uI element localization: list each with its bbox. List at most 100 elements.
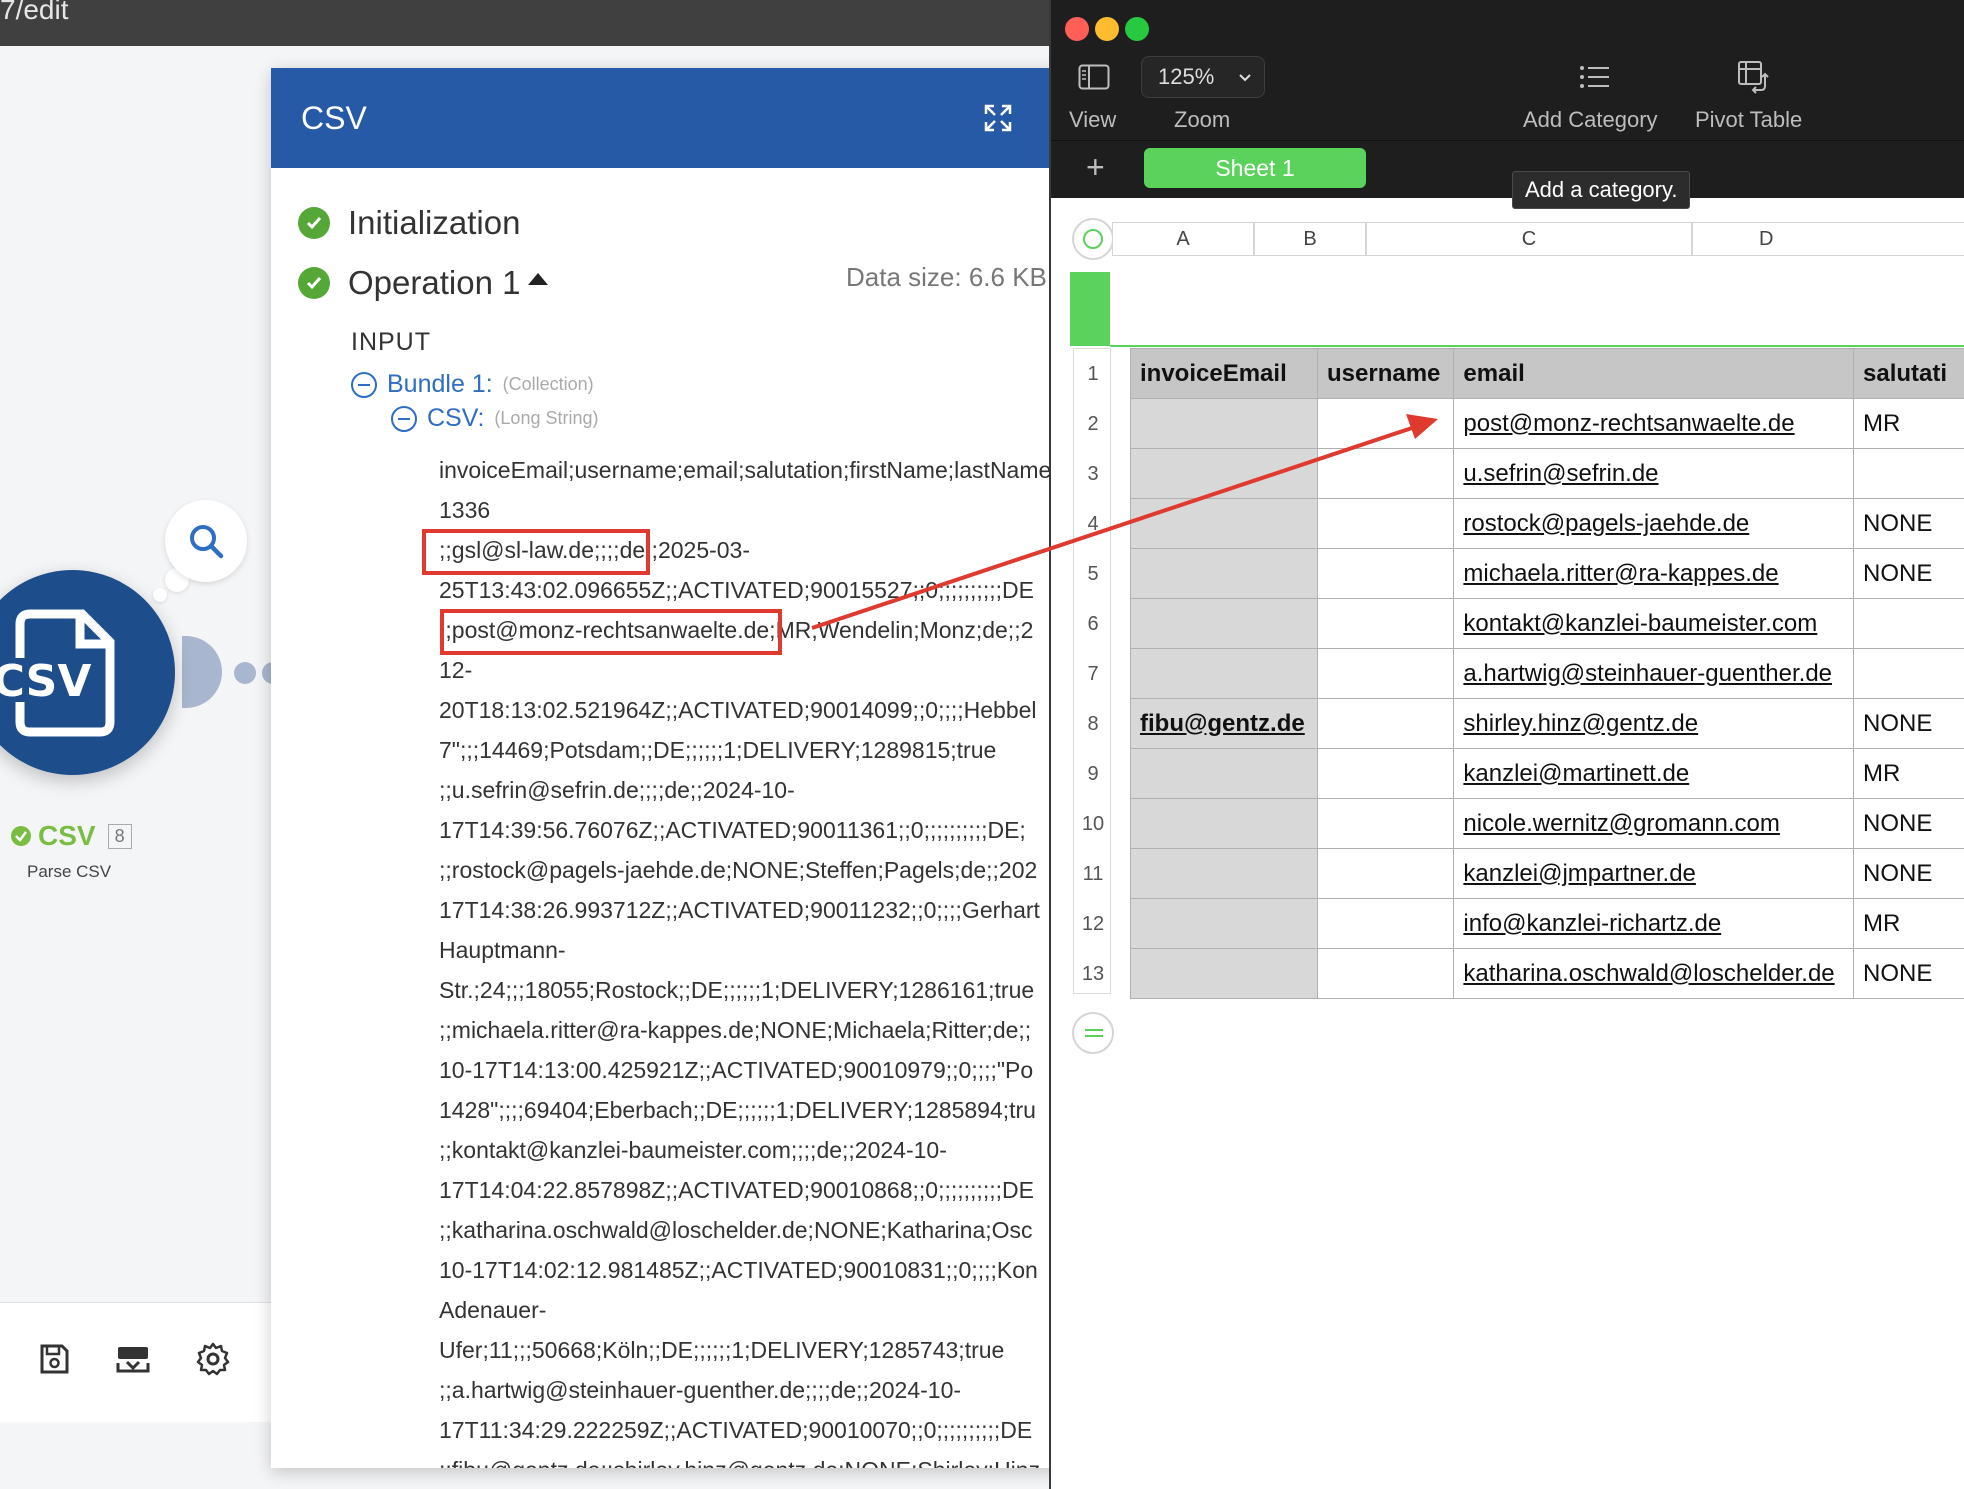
save-icon[interactable] <box>36 1341 72 1377</box>
tab-sheet-1[interactable]: Sheet 1 <box>1144 148 1366 188</box>
caret-up-icon[interactable] <box>528 273 549 285</box>
minimize-window-button[interactable] <box>1095 17 1119 41</box>
operation-row[interactable]: Operation 1 <box>298 264 549 302</box>
cell-salutation[interactable]: NONE <box>1853 798 1964 849</box>
cell-username[interactable] <box>1317 948 1455 999</box>
cell-email[interactable]: michaela.ritter@ra-kappes.de <box>1453 548 1854 599</box>
row-number[interactable]: 8 <box>1074 699 1112 749</box>
cell-email[interactable]: info@kanzlei-richartz.de <box>1453 898 1854 949</box>
run-once-icon[interactable] <box>115 1341 151 1377</box>
row-number[interactable]: 12 <box>1074 899 1112 949</box>
cell-salutation[interactable]: NONE <box>1853 548 1964 599</box>
cell-invoiceEmail[interactable] <box>1129 598 1319 649</box>
row-number[interactable]: 9 <box>1074 749 1112 799</box>
add-row-button[interactable] <box>1072 1012 1114 1054</box>
cell-username[interactable] <box>1317 448 1455 499</box>
collapse-icon[interactable] <box>351 371 377 398</box>
cell-email[interactable]: kanzlei@jmpartner.de <box>1453 848 1854 899</box>
initialization-row[interactable]: Initialization <box>298 204 520 242</box>
row-number[interactable]: 3 <box>1074 449 1112 499</box>
cell-salutation[interactable]: MR <box>1853 398 1964 449</box>
cell-salutation[interactable]: MR <box>1853 898 1964 949</box>
cell-salutation[interactable]: NONE <box>1853 848 1964 899</box>
zoom-select[interactable]: 125% <box>1141 56 1265 98</box>
column-header-d[interactable]: D <box>1692 222 1964 256</box>
cell-username[interactable] <box>1317 598 1455 649</box>
inspect-bubble[interactable] <box>165 500 247 582</box>
cell-invoiceEmail[interactable] <box>1129 648 1319 699</box>
cell-username[interactable] <box>1317 798 1455 849</box>
cell-invoiceEmail[interactable] <box>1129 898 1319 949</box>
cell-invoiceEmail[interactable] <box>1129 448 1319 499</box>
cell-salutation[interactable] <box>1853 448 1964 499</box>
zoom-window-button[interactable] <box>1125 17 1149 41</box>
cell-invoiceEmail[interactable] <box>1129 798 1319 849</box>
header-cell[interactable]: username <box>1317 348 1455 399</box>
row-number[interactable]: 10 <box>1074 799 1112 849</box>
collapse-icon[interactable] <box>391 405 417 432</box>
cell-salutation[interactable]: NONE <box>1853 498 1964 549</box>
cell-email[interactable]: kontakt@kanzlei-baumeister.com <box>1453 598 1854 649</box>
cell-username[interactable] <box>1317 748 1455 799</box>
row-number[interactable]: 5 <box>1074 549 1112 599</box>
cell-invoiceEmail[interactable] <box>1129 948 1319 999</box>
add-category-icon[interactable] <box>1579 63 1611 91</box>
cell-invoiceEmail[interactable] <box>1129 398 1319 449</box>
cell-email[interactable]: post@monz-rechtsanwaelte.de <box>1453 398 1854 449</box>
pivot-table-icon[interactable] <box>1737 60 1773 94</box>
expand-icon[interactable] <box>983 103 1013 133</box>
cell-email[interactable]: u.sefrin@sefrin.de <box>1453 448 1854 499</box>
row-number[interactable]: 1 <box>1074 349 1112 399</box>
cell-username[interactable] <box>1317 698 1455 749</box>
cell-invoiceEmail[interactable] <box>1129 848 1319 899</box>
cell-username[interactable] <box>1317 898 1455 949</box>
column-header-c[interactable]: C <box>1366 222 1692 256</box>
cell-email[interactable]: a.hartwig@steinhauer-guenther.de <box>1453 648 1854 699</box>
header-cell[interactable]: salutati <box>1853 348 1964 399</box>
cell-email[interactable]: nicole.wernitz@gromann.com <box>1453 798 1854 849</box>
row-number[interactable]: 4 <box>1074 499 1112 549</box>
cell-email[interactable]: shirley.hinz@gentz.de <box>1453 698 1854 749</box>
cell-username[interactable] <box>1317 498 1455 549</box>
view-label[interactable]: View <box>1069 107 1116 133</box>
zoom-label[interactable]: Zoom <box>1174 107 1230 133</box>
cell-email[interactable]: kanzlei@martinett.de <box>1453 748 1854 799</box>
cell-salutation[interactable]: MR <box>1853 748 1964 799</box>
csv-text-line: ;;katharina.oschwald@loschelder.de;NONE;… <box>439 1217 1033 1243</box>
sidebar-view-icon[interactable] <box>1078 64 1110 90</box>
table-select-handle[interactable] <box>1072 218 1114 260</box>
add-category-label[interactable]: Add Category <box>1523 107 1658 133</box>
cell-invoiceEmail[interactable] <box>1129 498 1319 549</box>
cell-invoiceEmail[interactable]: fibu@gentz.de <box>1129 698 1319 749</box>
cell-username[interactable] <box>1317 548 1455 599</box>
close-window-button[interactable] <box>1065 17 1089 41</box>
panel-title: CSV <box>301 100 367 136</box>
row-number[interactable]: 7 <box>1074 649 1112 699</box>
column-header-a[interactable]: A <box>1112 222 1254 256</box>
cell-username[interactable] <box>1317 398 1455 449</box>
pivot-table-label[interactable]: Pivot Table <box>1695 107 1802 133</box>
cell-salutation[interactable]: NONE <box>1853 698 1964 749</box>
cell-salutation[interactable] <box>1853 648 1964 699</box>
cell-salutation[interactable] <box>1853 598 1964 649</box>
sheet-canvas[interactable]: A B C D 1 2 3 4 5 6 7 8 9 10 11 12 13 invoiceEmail u… <box>1051 198 1964 1489</box>
highlight-box <box>422 529 650 575</box>
csv-field-row[interactable]: CSV: (Long String) <box>391 404 598 433</box>
cell-username[interactable] <box>1317 648 1455 699</box>
cell-email[interactable]: rostock@pagels-jaehde.de <box>1453 498 1854 549</box>
cell-invoiceEmail[interactable] <box>1129 748 1319 799</box>
cell-username[interactable] <box>1317 848 1455 899</box>
header-cell[interactable]: email <box>1453 348 1854 399</box>
row-number[interactable]: 11 <box>1074 849 1112 899</box>
row-number[interactable]: 13 <box>1074 949 1112 999</box>
row-number[interactable]: 6 <box>1074 599 1112 649</box>
column-header-b[interactable]: B <box>1254 222 1366 256</box>
cell-salutation[interactable]: NONE <box>1853 948 1964 999</box>
header-cell[interactable]: invoiceEmail <box>1129 348 1319 399</box>
settings-gear-icon[interactable] <box>195 1341 231 1377</box>
row-number[interactable]: 2 <box>1074 399 1112 449</box>
cell-invoiceEmail[interactable] <box>1129 548 1319 599</box>
cell-email[interactable]: katharina.oschwald@loschelder.de <box>1453 948 1854 999</box>
bundle-row[interactable]: Bundle 1: (Collection) <box>351 370 594 399</box>
add-sheet-button[interactable]: + <box>1086 150 1105 184</box>
